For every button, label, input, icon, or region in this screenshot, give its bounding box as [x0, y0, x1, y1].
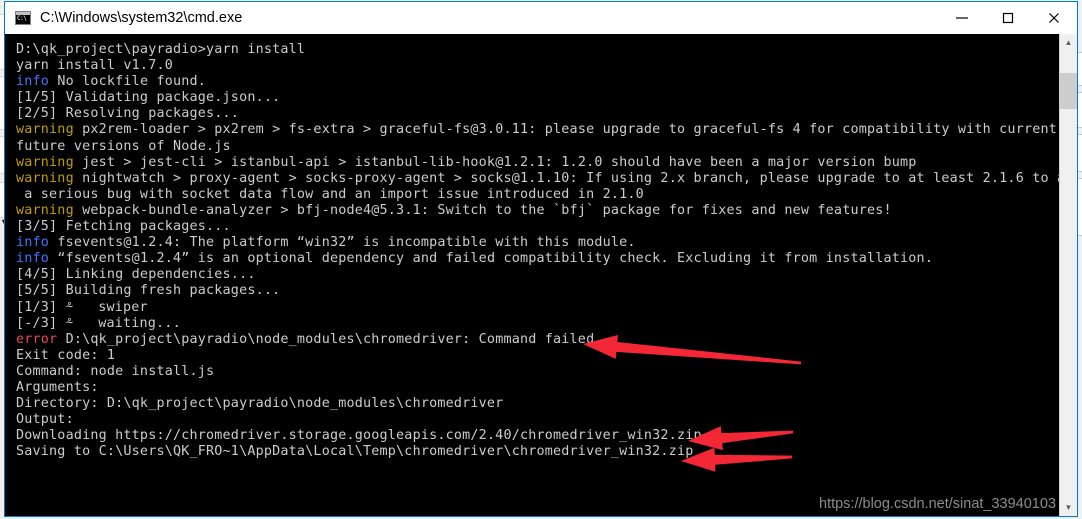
console-line: [2/5] Resolving packages...	[16, 106, 1059, 122]
cmd-window: C:\ C:\Windows\system32\cmd.exe D:\qk_pr…	[4, 1, 1078, 517]
scroll-up-arrow-icon[interactable]: ▲	[1060, 34, 1077, 51]
console-line: info “fsevents@1.2.4” is an optional dep…	[16, 251, 1059, 267]
console-token-warning: warning	[16, 154, 74, 170]
console-line: info fsevents@1.2.4: The platform “win32…	[16, 235, 1059, 251]
console-token-info: info	[16, 235, 50, 251]
console-token-plain: Downloading https://chromedriver.storage…	[16, 428, 702, 444]
console-token-plain: No lockfile found.	[49, 74, 207, 90]
console-line: Exit code: 1	[16, 348, 1059, 364]
console-line: a serious bug with socket data flow and …	[16, 187, 1059, 203]
console-token-plain: [1/5] Validating package.json...	[16, 90, 281, 106]
console-token-plain: nightwatch > proxy-agent > socks-proxy-a…	[73, 170, 1059, 186]
console-line: yarn install v1.7.0	[16, 58, 1059, 74]
console-token-plain: “fsevents@1.2.4” is an optional dependen…	[49, 251, 934, 267]
console-line: [1/5] Validating package.json...	[16, 90, 1059, 106]
console-line: info No lockfile found.	[16, 74, 1059, 90]
scroll-down-arrow-icon[interactable]: ▼	[1060, 499, 1077, 516]
console-token-plain: [2/5] Resolving packages...	[16, 106, 240, 122]
console-line: warning jest > jest-cli > istanbul-api >…	[16, 155, 1059, 171]
console-line: [-/3] ⸛ waiting...	[16, 316, 1059, 332]
console-token-plain: px2rem-loader > px2rem > fs-extra > grac…	[73, 122, 1059, 138]
console-token-plain: future versions of Node.js	[16, 138, 231, 154]
console-token-info: info	[16, 251, 50, 267]
close-button[interactable]	[1031, 2, 1077, 34]
console-line: warning webpack-bundle-analyzer > bfj-no…	[16, 203, 1059, 219]
console-line: [5/5] Building fresh packages...	[16, 283, 1059, 299]
window-controls	[939, 2, 1077, 34]
console-area: D:\qk_project\payradio>yarn install yarn …	[5, 34, 1077, 516]
console-token-plain: [1/3] ⸛ swiper	[16, 299, 148, 315]
console-line: warning px2rem-loader > px2rem > fs-extr…	[16, 122, 1059, 138]
maximize-icon	[1002, 12, 1014, 24]
console-token-plain: [5/5] Building fresh packages...	[16, 283, 281, 299]
console-token-info: info	[16, 74, 50, 90]
console-token-plain: Directory: D:\qk_project\payradio\node_m…	[16, 396, 504, 412]
console-output[interactable]: D:\qk_project\payradio>yarn install yarn …	[5, 34, 1059, 516]
console-token-plain: Exit code: 1	[16, 347, 116, 363]
console-token-plain: D:\qk_project\payradio>yarn install	[16, 42, 306, 57]
console-token-error: error	[16, 331, 58, 347]
console-token-plain: jest > jest-cli > istanbul-api > istanbu…	[73, 154, 917, 170]
console-token-plain: fsevents@1.2.4: The platform “win32” is …	[49, 235, 636, 251]
console-line: [3/5] Fetching packages...	[16, 219, 1059, 235]
console-line: warning nightwatch > proxy-agent > socks…	[16, 171, 1059, 187]
console-line: Saving to C:\Users\QK_FRO~1\AppData\Loca…	[16, 444, 1059, 460]
console-token-warning: warning	[16, 122, 74, 138]
console-token-warning: warning	[16, 170, 74, 186]
minimize-button[interactable]	[939, 2, 985, 34]
console-line: Downloading https://chromedriver.storage…	[16, 428, 1059, 444]
console-line: [4/5] Linking dependencies...	[16, 267, 1059, 283]
screenshot-root: ▼ C:\ C:\Windows\system32\cmd.exe	[0, 0, 1082, 519]
close-icon	[1049, 13, 1059, 23]
console-line: future versions of Node.js	[16, 139, 1059, 155]
console-line: Output:	[16, 412, 1059, 428]
console-token-plain: D:\qk_project\payradio\node_modules\chro…	[57, 331, 603, 347]
vertical-scrollbar[interactable]: ▲ ▼	[1059, 34, 1077, 516]
console-token-plain: [-/3] ⸛ waiting...	[16, 315, 181, 331]
console-token-warning: warning	[16, 202, 74, 218]
console-token-plain: Command: node install.js	[16, 363, 215, 379]
scrollbar-thumb[interactable]	[1060, 73, 1077, 109]
console-line: Arguments:	[16, 380, 1059, 396]
watermark-text: https://blog.csdn.net/sinat_33940103	[818, 496, 1056, 512]
console-line: Directory: D:\qk_project\payradio\node_m…	[16, 396, 1059, 412]
console-token-plain: yarn install v1.7.0	[16, 58, 173, 74]
minimize-icon	[956, 17, 968, 19]
console-token-plain: [4/5] Linking dependencies...	[16, 267, 256, 283]
cmd-console-icon: C:\	[15, 11, 31, 25]
cmd-icon-glyph: C:\	[17, 15, 27, 22]
console-token-plain: Arguments:	[16, 379, 99, 395]
console-line: D:\qk_project\payradio>yarn install	[16, 42, 1059, 58]
console-token-plain: webpack-bundle-analyzer > bfj-node4@5.3.…	[73, 202, 892, 218]
scrollbar-track[interactable]	[1060, 51, 1077, 499]
window-title: C:\Windows\system32\cmd.exe	[40, 10, 243, 26]
console-token-plain: Saving to C:\Users\QK_FRO~1\AppData\Loca…	[16, 444, 694, 460]
console-line: [1/3] ⸛ swiper	[16, 300, 1059, 316]
console-line: Command: node install.js	[16, 364, 1059, 380]
console-token-plain: Output:	[16, 412, 74, 428]
console-token-plain: a serious bug with socket data flow and …	[16, 186, 644, 202]
maximize-button[interactable]	[985, 2, 1031, 34]
console-line: error D:\qk_project\payradio\node_module…	[16, 332, 1059, 348]
title-bar[interactable]: C:\ C:\Windows\system32\cmd.exe	[5, 2, 1077, 34]
console-token-plain: [3/5] Fetching packages...	[16, 219, 231, 235]
